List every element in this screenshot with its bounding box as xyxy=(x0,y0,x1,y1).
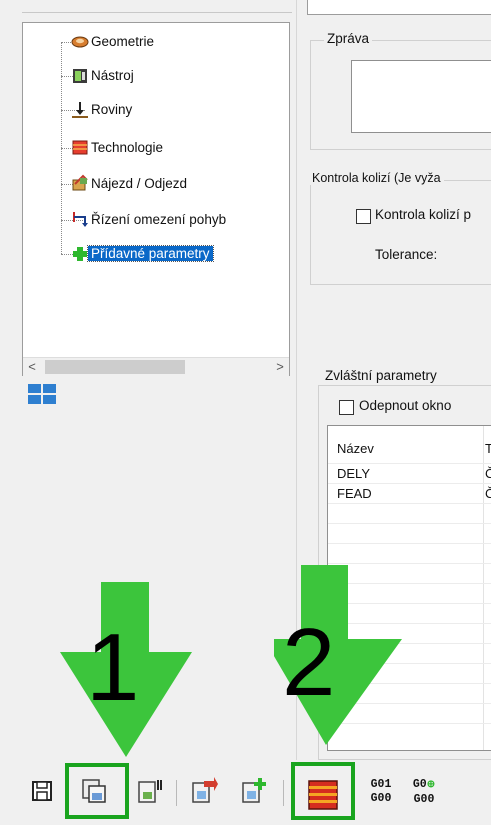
top-divider xyxy=(22,12,292,13)
add-export-icon[interactable] xyxy=(240,777,268,805)
tree-item-label: Roviny xyxy=(91,102,133,117)
collision-legend: Kontrola kolizí (Je vyža xyxy=(309,171,444,185)
tolerance-label: Tolerance: xyxy=(375,247,438,262)
table-cell-name[interactable]: FEAD xyxy=(337,486,372,501)
undock-checkbox[interactable] xyxy=(339,400,354,415)
g00-label: G00 xyxy=(413,793,435,806)
tree-horizontal-scrollbar[interactable]: < > xyxy=(23,357,289,376)
scroll-right-button[interactable]: > xyxy=(271,358,289,376)
row-divider xyxy=(328,563,491,564)
tree-item-label: Technologie xyxy=(91,140,164,155)
save-as-icon[interactable] xyxy=(80,777,108,805)
g0-label: G0⊕ xyxy=(407,778,441,793)
table-cell-name[interactable]: DELY xyxy=(337,466,370,481)
tree-item-label: Přídavné parametry xyxy=(87,245,214,262)
toolbar-separator xyxy=(283,780,284,806)
undock-checkbox-label: Odepnout okno xyxy=(359,398,452,413)
toolbar-separator xyxy=(176,780,177,806)
column-header-nazev[interactable]: Název xyxy=(337,441,374,456)
green-clock-icon: ⊕ xyxy=(426,780,436,791)
planes-icon xyxy=(72,102,88,118)
row-divider xyxy=(328,503,491,504)
save-icon[interactable] xyxy=(28,777,56,805)
g00-label: G00 xyxy=(370,792,392,805)
tree-item-najezd-odjezd[interactable]: Nájezd / Odjezd xyxy=(91,173,187,195)
g0-g00-button[interactable]: G0⊕ G00 xyxy=(407,778,441,807)
scroll-thumb[interactable] xyxy=(45,360,185,374)
tree-item-geometrie[interactable]: Geometrie xyxy=(91,31,154,53)
tree-item-label: Nástroj xyxy=(91,68,134,83)
tree-item-rizeni-omezeni[interactable]: Řízení omezení pohyb xyxy=(91,209,226,231)
tree-item-technologie[interactable]: Technologie xyxy=(91,137,163,159)
message-legend: Zpráva xyxy=(324,31,373,46)
technology-icon xyxy=(72,140,88,155)
tree-item-roviny[interactable]: Roviny xyxy=(91,99,132,121)
approach-retract-icon xyxy=(72,174,88,191)
export-icon[interactable] xyxy=(190,777,218,805)
tree-item-label: Geometrie xyxy=(91,34,155,49)
layout-grid-icon[interactable] xyxy=(28,384,58,406)
annotation-number-2: 2 xyxy=(282,609,336,716)
message-textarea[interactable] xyxy=(351,60,491,133)
collision-checkbox[interactable] xyxy=(356,209,371,224)
scroll-left-button[interactable]: < xyxy=(23,358,41,376)
collision-checkbox-label: Kontrola kolizí p xyxy=(375,207,472,222)
tree-item-nastroj[interactable]: Nástroj xyxy=(91,65,134,87)
column-separator xyxy=(483,426,484,750)
tree-item-label: Řízení omezení pohyb xyxy=(91,212,227,227)
row-divider xyxy=(328,463,491,464)
collision-group xyxy=(310,180,491,285)
table-cell-type[interactable]: Č xyxy=(485,466,491,481)
tool-icon xyxy=(73,69,87,83)
geometry-icon xyxy=(71,36,89,48)
add-parameters-icon xyxy=(73,247,87,261)
top-field[interactable] xyxy=(307,0,491,15)
row-divider xyxy=(328,543,491,544)
column-header-type[interactable]: T xyxy=(485,441,491,456)
table-cell-type[interactable]: Č xyxy=(485,486,491,501)
g01-label: G01 xyxy=(370,778,392,791)
motion-limit-icon xyxy=(73,212,88,227)
g01-g00-button[interactable]: G01 G00 xyxy=(364,778,398,806)
operation-tree: Geometrie Nástroj Roviny Technologie Náj… xyxy=(22,22,290,376)
calculator-icon[interactable] xyxy=(137,777,165,805)
special-params-legend: Zvláštní parametry xyxy=(322,368,440,383)
tree-item-pridavne-parametry[interactable]: Přídavné parametry xyxy=(87,243,214,265)
g0-text: G0 xyxy=(412,778,427,791)
stack-layers-icon[interactable] xyxy=(306,778,340,812)
row-divider xyxy=(328,523,491,524)
annotation-number-1: 1 xyxy=(86,614,140,721)
row-divider xyxy=(328,483,491,484)
tree-item-label: Nájezd / Odjezd xyxy=(91,176,188,191)
